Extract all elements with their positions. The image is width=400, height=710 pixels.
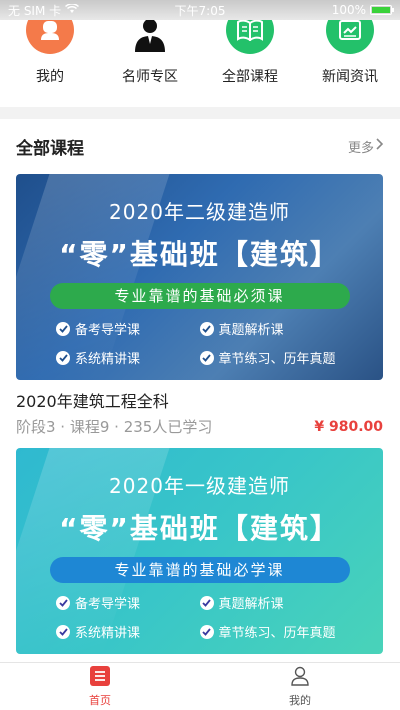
nav-label: 名师专区 [122, 69, 178, 85]
feature-label: 真题解析课 [218, 597, 284, 612]
check-icon [199, 595, 214, 610]
feature-label: 备考导学课 [75, 597, 141, 612]
status-bar: 无 SIM 卡 下午7:05 100% [0, 0, 400, 20]
check-icon [56, 321, 70, 336]
more-link[interactable]: 更多 [348, 137, 384, 156]
banner-main-title: “零”基础班【建筑】 [59, 512, 340, 545]
feature-item: 真题解析课 [199, 593, 344, 612]
banner-tagline: 专业靠谱的基础必须课 [49, 283, 350, 309]
course-card[interactable]: 2020年一级建造师 “零”基础班【建筑】 专业靠谱的基础必学课 备考导学课 真… [16, 448, 383, 654]
wifi-icon [65, 3, 80, 17]
course-card[interactable]: 2020年二级建造师 “零”基础班【建筑】 专业靠谱的基础必须课 备考导学课 真… [16, 174, 383, 437]
feature-item: 章节练习、历年真题 [199, 348, 344, 367]
course-banner: 2020年二级建造师 “零”基础班【建筑】 专业靠谱的基础必须课 备考导学课 真… [16, 174, 383, 380]
feature-item: 真题解析课 [199, 319, 344, 338]
nav-label: 全部课程 [222, 69, 278, 85]
banner-main-title: “零”基础班【建筑】 [59, 238, 340, 271]
nav-label: 新闻资讯 [322, 69, 378, 85]
tab-home[interactable]: 首页 [0, 663, 200, 710]
chevron-right-icon [376, 138, 384, 154]
check-icon [199, 321, 214, 336]
check-icon [56, 350, 70, 365]
carrier-text: 无 SIM 卡 [8, 3, 62, 18]
feature-label: 系统精讲课 [75, 626, 141, 641]
feature-label: 备考导学课 [75, 323, 141, 338]
battery-percent: 100% [331, 3, 366, 17]
course-price: ¥ 980.00 [314, 418, 383, 435]
battery-icon [370, 5, 394, 15]
banner-title: 2020年二级建造师 [109, 200, 290, 224]
section-title: 全部课程 [16, 138, 84, 159]
banner-features: 备考导学课 真题解析课 系统精讲课 章节练习、历年真题 [16, 319, 383, 367]
battery-level [372, 7, 390, 13]
check-icon [56, 595, 70, 610]
feature-item: 系统精讲课 [56, 348, 200, 367]
section-divider [0, 107, 400, 119]
tab-label: 我的 [289, 693, 311, 707]
nav-label: 我的 [36, 69, 64, 85]
feature-label: 真题解析课 [218, 323, 284, 338]
check-icon [56, 624, 70, 639]
banner-title: 2020年一级建造师 [109, 474, 290, 498]
check-icon [199, 624, 214, 639]
check-icon [199, 350, 214, 365]
feature-item: 章节练习、历年真题 [199, 622, 344, 641]
banner-tagline: 专业靠谱的基础必学课 [49, 557, 350, 583]
feature-label: 章节练习、历年真题 [218, 352, 336, 367]
feature-item: 系统精讲课 [56, 622, 200, 641]
feature-label: 章节练习、历年真题 [218, 626, 336, 641]
course-meta: 阶段3 · 课程9 · 235人已学习 [16, 418, 213, 436]
banner-features: 备考导学课 真题解析课 系统精讲课 章节练习、历年真题 [16, 593, 383, 641]
status-right: 100% [331, 3, 394, 17]
status-left: 无 SIM 卡 [8, 2, 80, 19]
course-banner: 2020年一级建造师 “零”基础班【建筑】 专业靠谱的基础必学课 备考导学课 真… [16, 448, 383, 654]
feature-item: 备考导学课 [56, 593, 200, 612]
feature-label: 系统精讲课 [75, 352, 141, 367]
section-header: 全部课程 更多 [16, 132, 384, 160]
tab-profile[interactable]: 我的 [200, 663, 400, 710]
course-title: 2020年建筑工程全科 [16, 392, 169, 411]
bottom-tab-bar: 首页 我的 [0, 662, 400, 710]
more-label: 更多 [347, 140, 374, 156]
course-meta-row: 阶段3 · 课程9 · 235人已学习 ¥ 980.00 [16, 416, 383, 437]
feature-item: 备考导学课 [56, 319, 200, 338]
tab-label: 首页 [89, 693, 111, 707]
profile-icon [290, 666, 310, 690]
home-list-icon [90, 665, 110, 690]
